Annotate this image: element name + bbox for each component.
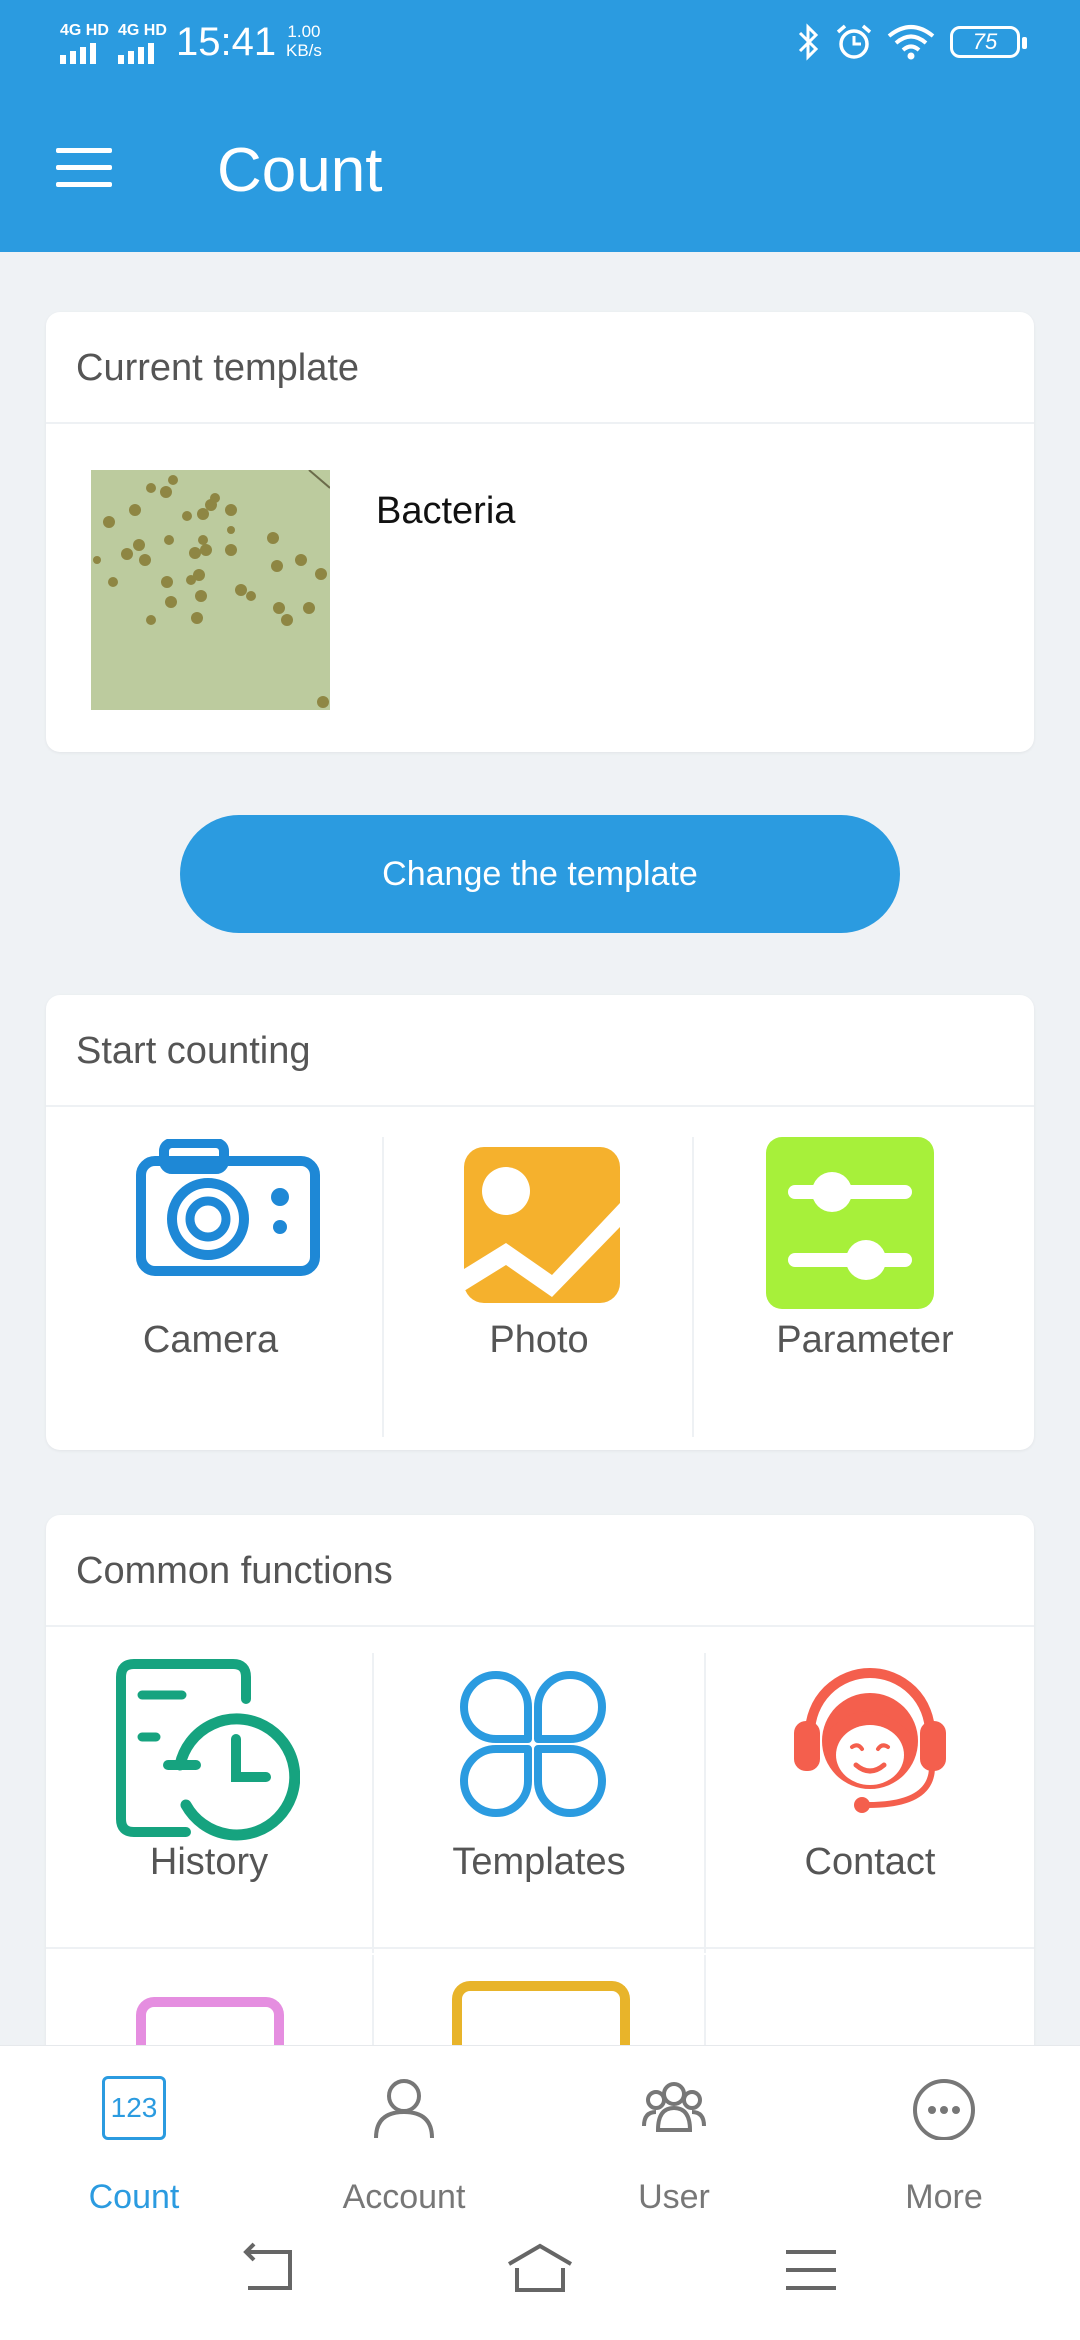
signal-2-indicator: 4G HD	[118, 20, 167, 64]
status-bar: 4G HD 4G HD 15:41 1.00 KB/s 75	[0, 0, 1080, 84]
template-name: Bacteria	[376, 490, 516, 532]
back-icon[interactable]	[240, 2240, 300, 2300]
more-dots-icon	[913, 2079, 975, 2140]
template-thumbnail[interactable]	[91, 470, 330, 710]
change-template-button[interactable]: Change the template	[180, 815, 900, 933]
tab-account[interactable]: Account	[304, 2066, 504, 2236]
network-speed: 1.00 KB/s	[286, 22, 322, 60]
parameter-button[interactable]: Parameter	[696, 1109, 1034, 1419]
templates-label: Templates	[452, 1841, 626, 1883]
count-123-icon: 123	[102, 2076, 166, 2140]
recents-menu-icon[interactable]	[784, 2240, 838, 2300]
alarm-icon	[836, 24, 872, 59]
bluetooth-icon	[798, 23, 819, 61]
person-icon	[374, 2079, 434, 2139]
current-template-heading: Current template	[46, 312, 1034, 424]
wifi-icon	[887, 25, 935, 60]
history-button[interactable]: History	[46, 1629, 372, 1939]
battery-indicator: 75	[950, 26, 1027, 58]
home-icon[interactable]	[505, 2240, 575, 2300]
hamburger-menu-button[interactable]	[56, 148, 112, 188]
signal-bars-icon	[118, 40, 167, 64]
status-time: 15:41	[176, 20, 277, 64]
support-agent-icon	[794, 1668, 946, 1813]
tab-count[interactable]: 123 Count	[34, 2066, 234, 2236]
current-template-card: Current template Bacteria	[46, 312, 1034, 752]
photo-label: Photo	[489, 1319, 589, 1361]
signal-bars-icon	[60, 40, 109, 64]
parameter-label: Parameter	[776, 1319, 954, 1361]
signal-1-indicator: 4G HD	[60, 20, 109, 64]
tab-user[interactable]: User	[574, 2066, 774, 2236]
camera-icon	[136, 1139, 320, 1276]
history-icon	[116, 1659, 300, 1841]
start-counting-card: Start counting Camera Photo Parameter	[46, 995, 1034, 1450]
bacteria-sample-image	[91, 470, 330, 710]
sliders-icon	[766, 1137, 934, 1309]
templates-button[interactable]: Templates	[374, 1629, 704, 1939]
menu-icon	[56, 148, 112, 153]
start-counting-heading: Start counting	[46, 995, 1034, 1107]
app-header: 4G HD 4G HD 15:41 1.00 KB/s 75 Count	[0, 0, 1080, 252]
contact-label: Contact	[804, 1841, 936, 1883]
camera-label: Camera	[142, 1319, 279, 1361]
photo-button[interactable]: Photo	[384, 1109, 694, 1419]
common-functions-heading: Common functions	[46, 1515, 1034, 1627]
contact-button[interactable]: Contact	[706, 1629, 1034, 1939]
tab-more[interactable]: More	[844, 2066, 1044, 2236]
group-icon	[642, 2082, 706, 2132]
templates-icon	[460, 1671, 606, 1817]
camera-button[interactable]: Camera	[46, 1109, 375, 1419]
page-title: Count	[217, 136, 383, 205]
photo-icon	[464, 1147, 620, 1303]
history-label: History	[149, 1841, 269, 1883]
